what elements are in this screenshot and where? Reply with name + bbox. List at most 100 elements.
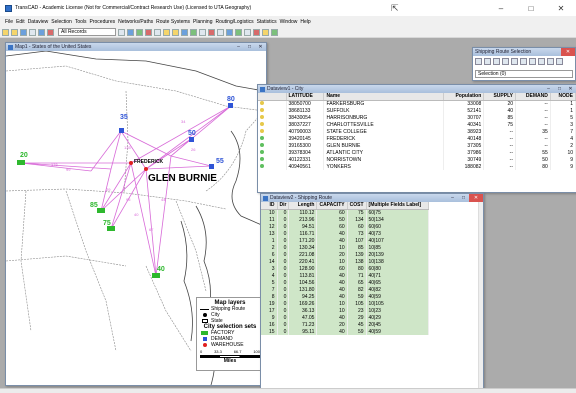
select-by-condition-icon[interactable]	[511, 58, 518, 65]
demand-marker[interactable]	[119, 128, 124, 133]
table-row[interactable]: 10 0 110.12 60 75 60|75	[261, 209, 429, 216]
close-button[interactable]: ✕	[546, 0, 576, 16]
zoom-to-selection-icon[interactable]	[538, 58, 545, 65]
select-by-pointing-icon[interactable]	[475, 58, 482, 65]
demand-marker[interactable]	[189, 137, 194, 142]
table-row[interactable]: 13 0 116.71 40 73 40|73	[261, 230, 429, 237]
col-multiple-fields-label[interactable]: [Multiple Fields Label]	[366, 202, 429, 210]
new-file-icon[interactable]	[2, 28, 9, 36]
city-maximize-button[interactable]: □	[554, 85, 565, 93]
zoom-out-icon[interactable]	[172, 28, 179, 36]
table-row[interactable]: 3 0 128.90 60 80 60|80	[261, 265, 429, 272]
warehouse-marker-glen-burnie[interactable]	[144, 167, 148, 171]
selection-more-icon[interactable]	[556, 58, 563, 65]
col-supply[interactable]: SUPPLY	[483, 93, 517, 101]
col-name[interactable]: Name	[323, 93, 445, 101]
chart-icon[interactable]	[127, 28, 134, 36]
table-row[interactable]: 15 0 95.11 40 59 40|59	[261, 328, 429, 335]
selection-set-dropdown[interactable]: Selection (0)	[475, 70, 573, 78]
table-row[interactable]: 38050700 FARKERSBURG 33008 20 -- 1	[258, 100, 576, 107]
shipping-route-selection-window[interactable]: Shipping Route Selection ✕ Selection (0)	[472, 47, 576, 81]
menu-window[interactable]: Window	[280, 19, 298, 25]
map-close-button[interactable]: ✕	[255, 43, 266, 51]
city-minimize-button[interactable]: –	[543, 85, 554, 93]
menu-procedures[interactable]: Procedures	[90, 19, 116, 25]
table-row[interactable]: 5 0 104.56 40 65 40|65	[261, 279, 429, 286]
table-row[interactable]: 9 0 47.05 40 29 40|29	[261, 314, 429, 321]
menu-route-systems[interactable]: Route Systems	[156, 19, 190, 25]
print-icon[interactable]	[29, 28, 36, 36]
table-row[interactable]: 40122331 NORRISTOWN 30749 -- 50 9	[258, 156, 576, 163]
table-row[interactable]: 1 0 171.20 40 107 40|107	[261, 237, 429, 244]
city-close-button[interactable]: ✕	[565, 85, 576, 93]
route-vertical-scrollbar[interactable]	[478, 202, 483, 389]
route-close-button[interactable]: ✕	[469, 194, 483, 202]
map-canvas[interactable]: 135 34 176 99 29 40 44 26 67 95 80 35 50…	[6, 51, 266, 385]
label-icon[interactable]	[208, 28, 215, 36]
filter-icon[interactable]	[145, 28, 152, 36]
warehouse-marker-frederick[interactable]	[129, 161, 133, 165]
table-row[interactable]: 8 0 94.25 40 59 40|59	[261, 293, 429, 300]
table-row[interactable]: 39165300 GLEN BURNIE 37305 -- -- 2	[258, 142, 576, 149]
city-dataview-titlebar[interactable]: Dataview1 - City	[258, 85, 576, 93]
col-length[interactable]: Length	[288, 202, 318, 210]
highlight-icon[interactable]	[262, 28, 269, 36]
select-records-icon[interactable]	[47, 28, 54, 36]
table-row[interactable]: 2 0 130.34 10 85 10|85	[261, 244, 429, 251]
undo-icon[interactable]	[253, 28, 260, 36]
route-icon[interactable]	[235, 28, 242, 36]
route-maximize-button[interactable]: □	[458, 194, 469, 202]
grid-icon[interactable]	[154, 28, 161, 36]
table-row[interactable]: 39378304 ATLANTIC CITY 37986 -- 55 10	[258, 149, 576, 156]
col-cost[interactable]: COST	[347, 202, 367, 210]
table-row[interactable]: 6 0 221.08 20 139 20|139	[261, 251, 429, 258]
route-grid[interactable]: ID Dir Length CAPACITY COST [Multiple Fi…	[261, 202, 477, 389]
select-by-circle-icon[interactable]	[484, 58, 491, 65]
menu-dataview[interactable]: Dataview	[28, 19, 49, 25]
col-node[interactable]: NODE	[550, 93, 576, 101]
table-row[interactable]: 40790003 STATE COLLEGE 38923 -- 35 7	[258, 128, 576, 135]
table-row[interactable]: 17 0 36.13 10 23 10|23	[261, 307, 429, 314]
ruler-icon[interactable]	[217, 28, 224, 36]
factory-marker[interactable]	[97, 208, 105, 213]
pan-icon[interactable]	[181, 28, 188, 36]
maximize-button[interactable]: □	[516, 0, 546, 16]
route-dataview-window[interactable]: Dataview2 - Shipping Route – □ ✕ ID Dir …	[260, 193, 484, 390]
select-by-shape-icon[interactable]	[502, 58, 509, 65]
map-maximize-button[interactable]: □	[244, 43, 255, 51]
col-capacity[interactable]: CAPACITY	[316, 202, 348, 210]
table-row[interactable]: 19 0 169.26 10 105 10|105	[261, 300, 429, 307]
arrow-icon[interactable]	[244, 28, 251, 36]
col-dir[interactable]: Dir	[277, 202, 290, 210]
city-dataview-window[interactable]: Dataview1 - City – □ ✕ LATITUDE Name Pop…	[257, 84, 576, 193]
table-row[interactable]: 12 0 94.51 60 60 60|60	[261, 223, 429, 230]
demand-marker[interactable]	[228, 103, 233, 108]
minimize-button[interactable]: –	[486, 0, 516, 16]
menu-help[interactable]: Help	[300, 19, 310, 25]
selection-settings-icon[interactable]	[547, 58, 554, 65]
info-icon[interactable]	[199, 28, 206, 36]
table-icon[interactable]	[118, 28, 125, 36]
open-folder-icon[interactable]	[11, 28, 18, 36]
zoom-in-icon[interactable]	[163, 28, 170, 36]
menu-planning[interactable]: Planning	[193, 19, 212, 25]
map-window-titlebar[interactable]: Map1 - States of the United States	[6, 43, 266, 51]
col-latitude[interactable]: LATITUDE	[286, 93, 325, 101]
map-window[interactable]: Map1 - States of the United States – □ ✕	[5, 42, 267, 386]
save-icon[interactable]	[20, 28, 27, 36]
col-population[interactable]: Population	[443, 93, 485, 101]
invert-selection-icon[interactable]	[529, 58, 536, 65]
sort-icon[interactable]	[136, 28, 143, 36]
table-row[interactable]: 14 0 220.41 10 138 10|138	[261, 258, 429, 265]
table-row[interactable]: 38037227 CHARLOTTESVILLE 40341 75 -- 3	[258, 121, 576, 128]
col-demand[interactable]: DEMAND	[515, 93, 551, 101]
records-select[interactable]: All Records	[58, 28, 116, 36]
menu-edit[interactable]: Edit	[16, 19, 25, 25]
network-icon[interactable]	[271, 28, 278, 36]
table-row[interactable]: 4 0 113.81 40 71 40|71	[261, 272, 429, 279]
clear-selection-icon[interactable]	[520, 58, 527, 65]
menu-statistics[interactable]: Statistics	[257, 19, 277, 25]
pointer-icon[interactable]	[190, 28, 197, 36]
menu-routing-logistics[interactable]: Routing/Logistics	[216, 19, 254, 25]
menu-file[interactable]: File	[5, 19, 13, 25]
